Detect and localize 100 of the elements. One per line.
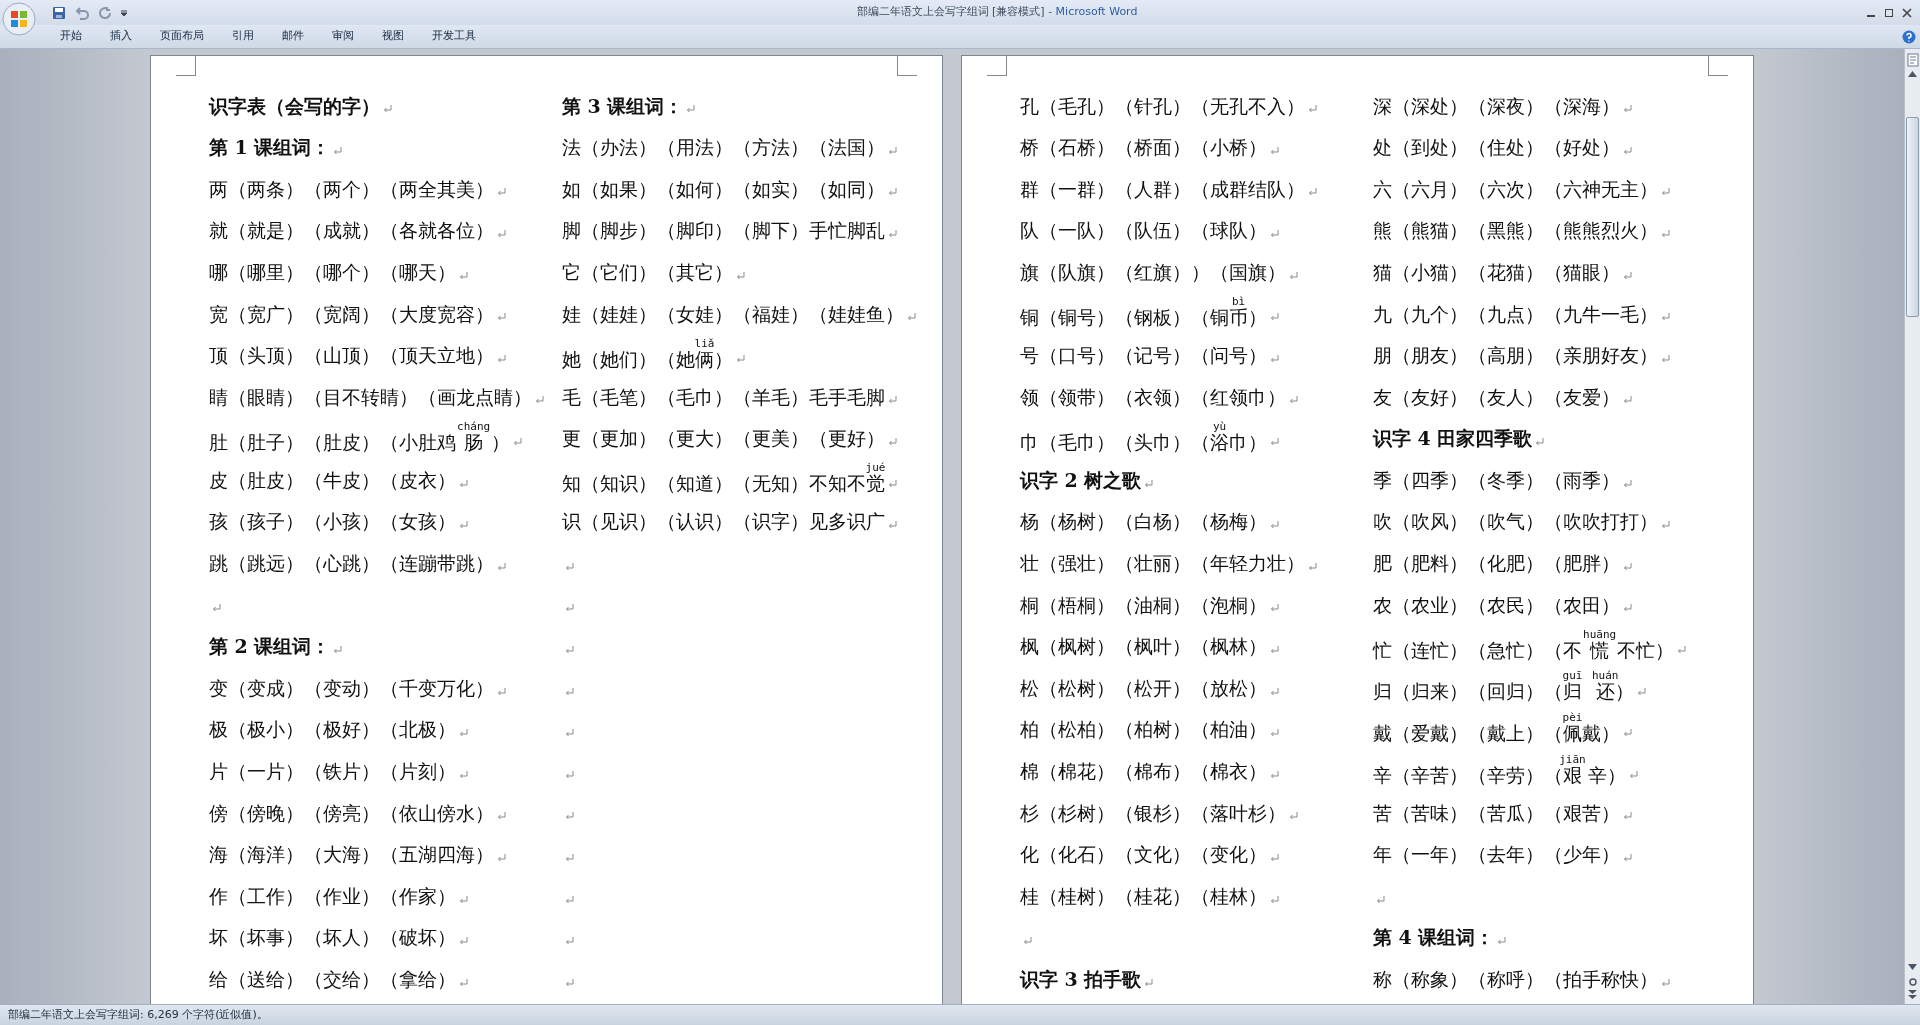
paragraph-mark-icon [459,728,468,738]
paragraph-mark-icon [1623,603,1632,613]
paragraph-mark-icon [1629,769,1639,779]
word-entry: 桐（梧桐）（油桐）（泡桐） [1020,592,1267,618]
page-down-icon[interactable] [1908,990,1917,1000]
paragraph-mark-icon [888,187,897,197]
paragraph-mark-icon [513,437,523,447]
document-title: 部编二年语文上会写字组词 [兼容模式] [856,5,1045,19]
word-entry: 忙（连忙）（急忙）（不 慌 huāng 不忙） [1373,628,1675,663]
section-heading: 第 2 课组词： [209,634,331,660]
paragraph-mark-icon [1308,561,1317,571]
caret-icon[interactable] [120,8,128,17]
paragraph-mark-icon [459,520,468,530]
word-entry: 给（送给）（交给）（拿给） [209,967,456,992]
scroll-down-icon[interactable] [1908,964,1917,970]
paragraph-mark-icon [1623,561,1632,571]
word-entry: 两（两条）（两个）（两全其美） [209,176,494,202]
section-heading: 第 4 课组词： [1373,925,1495,951]
paragraph-mark-icon [1376,894,1385,904]
paragraph-mark-icon [736,270,745,280]
paragraph-mark-icon [1270,437,1279,447]
word-entry: 她（她们）（她俩 liǎ ） [562,337,733,372]
paragraph-mark-icon [1623,395,1632,405]
paragraph-mark-icon [333,145,343,155]
word-entry: 跳（跳远）（心跳）（连蹦带跳） [209,551,494,577]
paragraph-mark-icon [497,353,506,363]
paragraph-mark-icon [1623,853,1632,862]
word-entry: 农（农业）（农民）（农田） [1373,592,1620,618]
paragraph-mark-icon [1661,187,1670,197]
paragraph-mark-icon [212,603,221,613]
save-icon[interactable] [52,5,66,20]
paragraph-mark-icon [565,977,574,987]
word-entry: 季（四季）（冬季）（雨季） [1373,467,1620,493]
ruler-toggle-icon[interactable] [1906,53,1919,67]
word-entry: 坏（坏事）（坏人）（破坏） [209,925,456,951]
ribbon-tab[interactable]: 视图 [372,26,414,47]
paragraph-mark-icon [888,478,898,488]
paragraph-mark-icon [459,769,468,779]
word-entry: 处（到处）（住处）（好处） [1373,135,1620,161]
ribbon-tab[interactable]: 审阅 [322,26,364,47]
paragraph-mark-icon [459,270,468,280]
ribbon-tab[interactable]: 引用 [222,26,264,47]
paragraph-mark-icon [1023,936,1032,946]
word-entry: 肥（肥料）（化肥）（肥胖） [1373,551,1620,577]
help-icon[interactable] [1902,29,1916,44]
paragraph-mark-icon [1308,187,1317,197]
word-entry: 九（九个）（九点）（九牛一毛） [1373,301,1658,327]
paragraph-mark-icon [497,561,506,571]
word-entry: 归（归来）（回归）（归 guī 还 huán ） [1373,670,1634,705]
paragraph-mark-icon [497,811,506,821]
scrollbar[interactable] [1904,49,1920,1004]
scroll-up-icon[interactable] [1908,71,1917,77]
browse-object-icon[interactable] [1908,978,1917,986]
word-entry: 毛（毛笔）（毛巾）（羊毛）毛手毛脚 [562,384,885,410]
paragraph-mark-icon [1623,728,1632,738]
paragraph-mark-icon [565,728,574,738]
word-entry: 领（领带）（衣领）（红领巾） [1020,384,1286,410]
word-entry: 队（一队）（队伍）（球队） [1020,218,1267,244]
close-icon[interactable] [1902,7,1912,18]
paragraph-mark-icon [1661,229,1670,239]
ribbon-tab[interactable]: 开始 [50,26,92,47]
paragraph-mark-icon [888,229,897,239]
word-entry: 杨（杨树）（白杨）（杨梅） [1020,509,1267,535]
word-entry: 更（更加）（更大）（更美）（更好） [562,426,885,452]
paragraph-mark-icon [565,561,574,571]
word-entry: 群（一群）（人群）（成群结队） [1020,176,1305,202]
paragraph-mark-icon [1270,312,1279,322]
section-heading: 识字 4 田家四季歌 [1373,426,1533,452]
maximize-icon[interactable] [1884,7,1894,18]
word-entry: 法（办法）（用法）（方法）（法国） [562,135,885,161]
word-entry: 吹（吹风）（吹气）（吹吹打打） [1373,509,1658,535]
ribbon-tab[interactable]: 插入 [100,26,142,47]
paragraph-mark-icon [1270,603,1279,613]
paragraph-mark-icon [497,312,506,322]
paragraph-mark-icon [459,894,468,904]
ribbon-tab[interactable]: 邮件 [272,26,314,47]
ribbon-tab[interactable]: 页面布局 [150,26,214,47]
word-entry: 就（就是）（成就）（各就各位） [209,218,494,244]
paragraph-mark-icon [1677,645,1687,654]
paragraph-mark-icon [888,395,897,405]
paragraph-mark-icon [1623,270,1632,280]
ribbon-tab[interactable]: 开发工具 [422,26,486,47]
word-entry: 友（友好）（友人）（友爱） [1373,384,1620,410]
paragraph-mark-icon [459,478,468,488]
paragraph-mark-icon [1270,769,1279,779]
word-entry: 极（极小）（极好）（北极） [209,717,456,743]
word-entry: 桥（石桥）（桥面）（小桥） [1020,135,1267,161]
paragraph-mark-icon [1623,145,1632,155]
word-entry: 宽（宽广）（宽阔）（大度宽容） [209,301,494,327]
paragraph-mark-icon [1497,936,1507,946]
word-entry: 桂（桂树）（桂花）（桂林） [1020,883,1267,909]
paragraph-mark-icon [1270,229,1279,239]
paragraph-mark-icon [888,520,897,530]
word-entry: 号（口号）（记号）（问号） [1020,343,1267,369]
word-entry: 如（如果）（如何）（如实）（如同） [562,176,885,202]
word-entry: 铜（铜号）（钢板）（铜币 bì ） [1020,296,1267,330]
scroll-thumb[interactable] [1906,117,1919,317]
paragraph-mark-icon [1144,977,1154,987]
paragraph-mark-icon [907,312,916,322]
app-name: - Microsoft Word [1048,5,1138,19]
